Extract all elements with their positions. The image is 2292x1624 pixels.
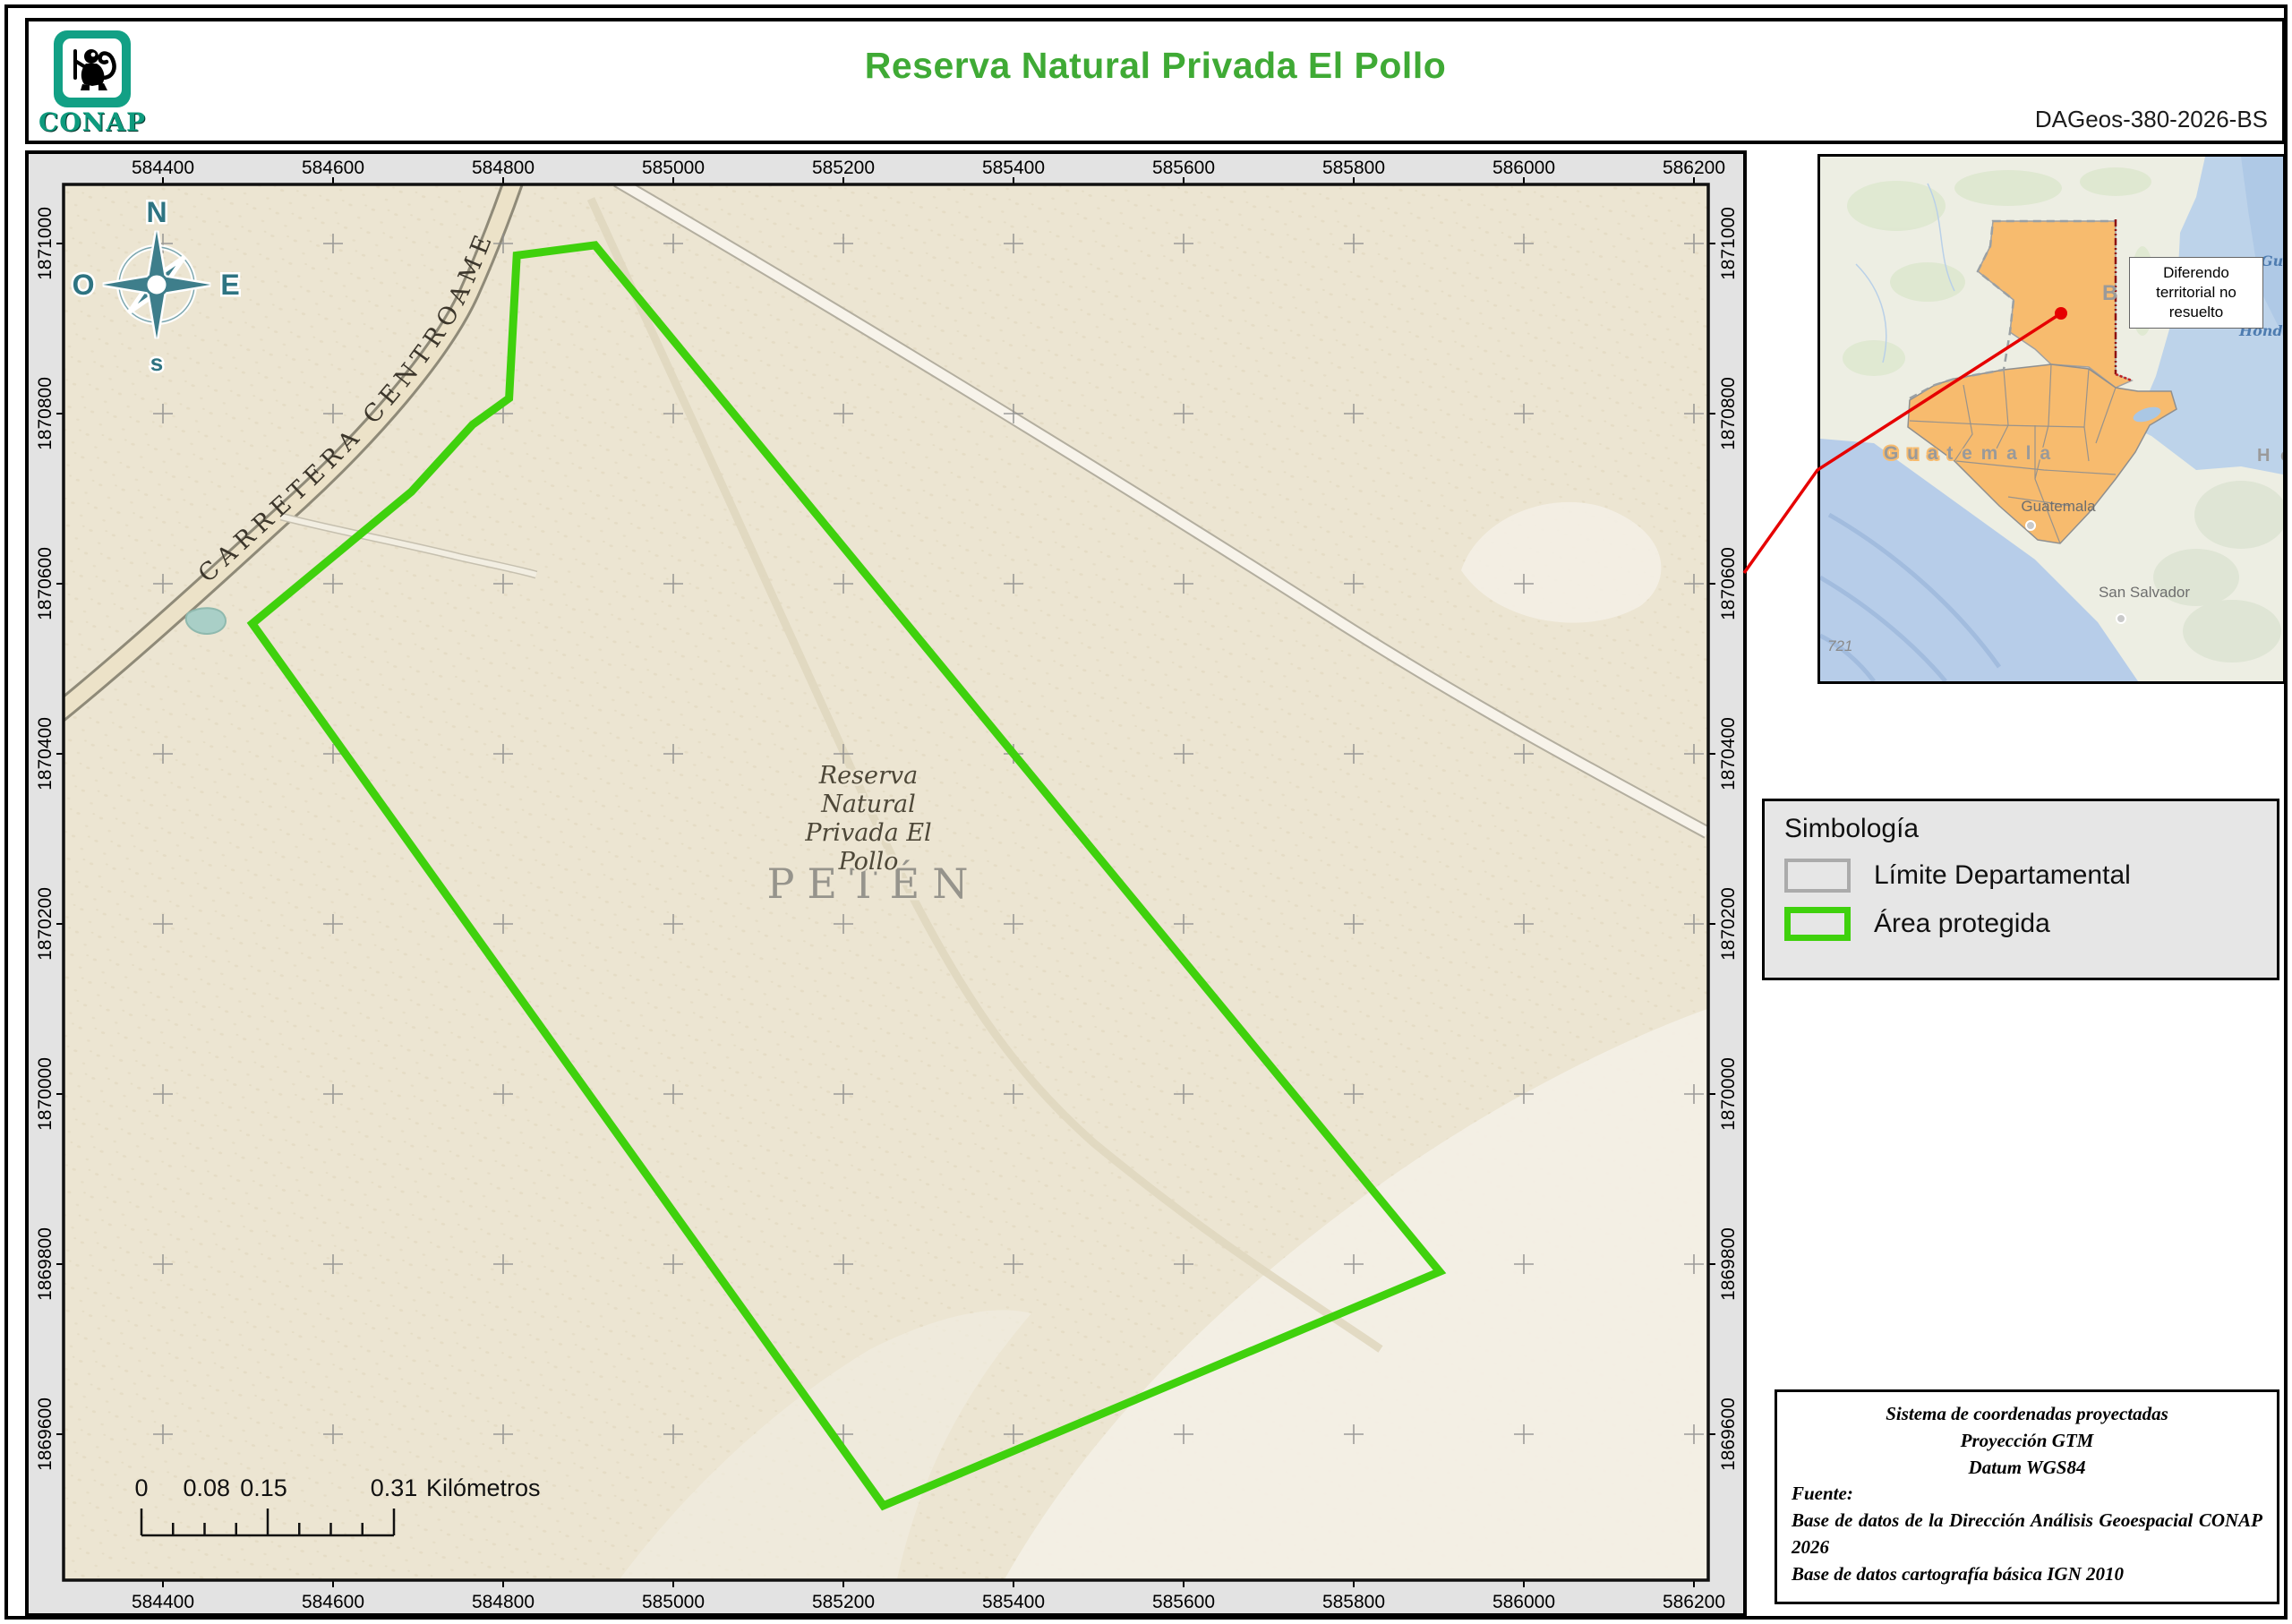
axis-label-top: 584600: [302, 158, 364, 178]
axis-label-bottom: 586000: [1492, 1592, 1555, 1612]
axis-label-bottom: 585600: [1152, 1592, 1215, 1612]
axis-label-top: 584400: [132, 158, 194, 178]
scale-bar-value: 0: [134, 1474, 148, 1501]
crs-line-3: Datum WGS84: [1968, 1456, 2086, 1478]
inset-country-label: G u a t e m a l a: [1884, 443, 2052, 464]
axis-label-bottom: 585000: [642, 1592, 705, 1612]
axis-label-top: 585400: [982, 158, 1045, 178]
source-info-box: Sistema de coordenadas proyectadas Proye…: [1775, 1389, 2279, 1604]
scale-bar-value: 0.08: [183, 1474, 230, 1501]
reserve-name-line: Natural: [820, 791, 916, 818]
protected-area-swatch: [1784, 907, 1851, 941]
legend-label-protected-area: Área protegida: [1874, 909, 2050, 938]
map-document-page: CONAP Reserva Natural Privada El Pollo D…: [0, 0, 2292, 1624]
document-id: DAGeos-380-2026-BS: [2034, 106, 2268, 132]
inset-locator-map: G u a t e m a l a Guatemala San Salvador…: [1817, 154, 2286, 684]
axis-label-left: 1869800: [35, 1227, 56, 1301]
reserve-name-line: Reserva: [818, 762, 918, 790]
inset-depth-label: 721: [1827, 637, 1852, 654]
source-line-2: Base de datos cartografía básica IGN 201…: [1792, 1562, 2124, 1585]
territorial-dispute-note: Diferendo territorial no resuelto: [2129, 257, 2263, 329]
axis-label-top: 584800: [472, 158, 535, 178]
source-line-1: Base de datos de la Dirección Análisis G…: [1792, 1509, 2262, 1559]
crs-line-1: Sistema de coordenadas proyectadas: [1886, 1403, 2168, 1424]
axis-label-left: 1869600: [35, 1397, 56, 1471]
axis-label-bottom: 585400: [982, 1592, 1045, 1612]
axis-label-bottom: 585200: [812, 1592, 875, 1612]
compass-east-label: E: [220, 269, 239, 301]
scale-bar-unit: Kilómetros: [426, 1474, 541, 1501]
departmental-boundary-swatch: [1784, 859, 1851, 893]
axis-label-left: 1870800: [35, 377, 56, 450]
inset-capital-dot: [2025, 520, 2036, 531]
axis-label-bottom: 584400: [132, 1592, 194, 1612]
conap-wordmark: CONAP: [38, 107, 147, 137]
legend-label-departmental: Límite Departamental: [1874, 860, 2131, 890]
legend: Simbología Límite Departamental Área pro…: [1762, 799, 2279, 980]
axis-label-top: 585200: [812, 158, 875, 178]
scale-bar-value: 0.15: [240, 1474, 287, 1501]
inset-city-label: San Salvador: [2099, 584, 2190, 601]
axis-label-left: 1870000: [35, 1057, 56, 1131]
axis-label-right: 1870600: [1718, 547, 1739, 620]
compass-west-label: O: [73, 269, 95, 301]
axis-label-bottom: 584600: [302, 1592, 364, 1612]
axis-label-bottom: 586200: [1663, 1592, 1725, 1612]
axis-label-right: 1870400: [1718, 717, 1739, 791]
inset-belize-label: B: [2102, 281, 2117, 305]
axis-label-right: 1870800: [1718, 377, 1739, 450]
inset-city-dot: [2116, 613, 2126, 624]
scale-bar-value: 0.31: [371, 1474, 418, 1501]
axis-label-left: 1870600: [35, 547, 56, 620]
fuente-label: Fuente:: [1792, 1483, 1853, 1505]
axis-label-top: 585000: [642, 158, 705, 178]
reserve-name-line: Privada El: [804, 819, 931, 847]
axis-label-bottom: 585800: [1322, 1592, 1385, 1612]
inset-capital-label: Guatemala: [2021, 498, 2096, 515]
axis-label-right: 1869800: [1718, 1227, 1739, 1301]
header: CONAP Reserva Natural Privada El Pollo D…: [25, 18, 2286, 144]
main-map-frame: 584400 584400 584600 584600 584800 584800 5850…: [25, 150, 1747, 1617]
axis-label-top: 585600: [1152, 158, 1215, 178]
axis-label-top: 586200: [1663, 158, 1725, 178]
axis-label-left: 1870400: [35, 717, 56, 791]
inset-gulf-label-1: Gu: [2261, 252, 2283, 269]
reserve-name-line: Pollo: [838, 848, 899, 876]
compass-south-label: s: [150, 349, 163, 376]
legend-item-departmental: Límite Departamental: [1784, 859, 2277, 893]
axis-label-right: 1871000: [1718, 207, 1739, 280]
axis-label-right: 1869600: [1718, 1397, 1739, 1471]
axis-label-top: 585800: [1322, 158, 1385, 178]
axis-label-right: 1870000: [1718, 1057, 1739, 1131]
main-map: 584400 584400 584600 584600 584800 584800 5850…: [29, 154, 1743, 1613]
crs-line-2: Proyección GTM: [1960, 1429, 2094, 1451]
axis-label-bottom: 584800: [472, 1592, 535, 1612]
legend-item-protected-area: Área protegida: [1784, 907, 2277, 941]
axis-label-left: 1871000: [35, 207, 56, 280]
axis-label-right: 1870200: [1718, 887, 1739, 961]
axis-label-top: 586000: [1492, 158, 1555, 178]
compass-north-label: N: [146, 196, 167, 228]
axis-label-left: 1870200: [35, 887, 56, 961]
page-title: Reserva Natural Privada El Pollo: [864, 45, 1447, 86]
inset-honduras-label: H o: [2257, 446, 2283, 466]
pond: [184, 607, 227, 636]
legend-title: Simbología: [1784, 814, 1920, 843]
